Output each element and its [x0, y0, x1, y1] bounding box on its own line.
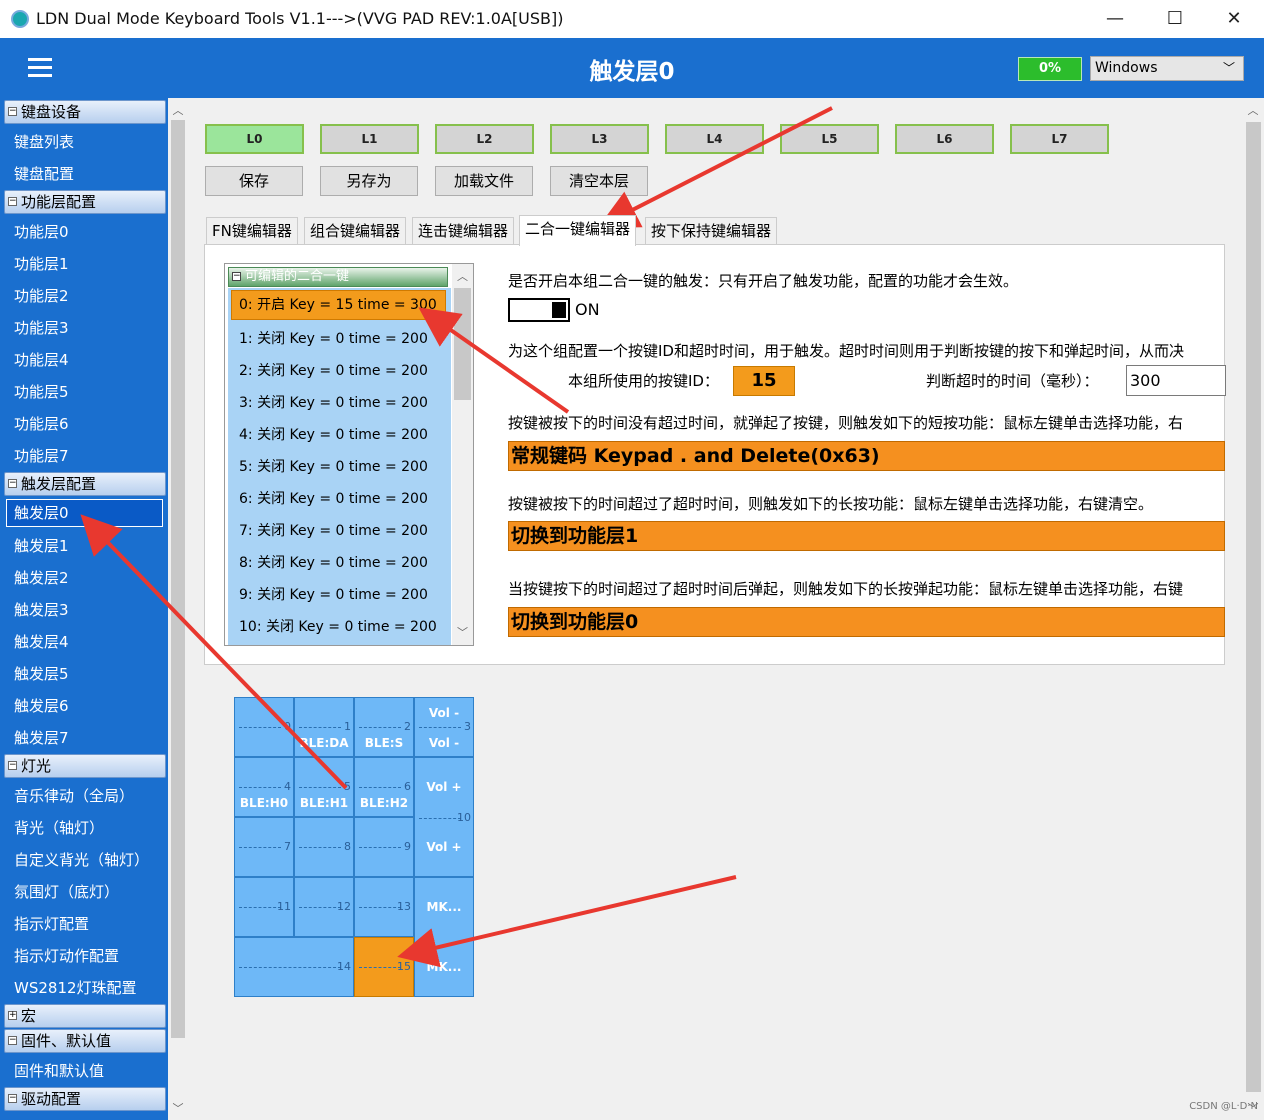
app-window: LDN Dual Mode Keyboard Tools V1.1--->(VV… [0, 0, 1264, 1120]
arrow-to-list-item [418, 307, 570, 414]
watermark: CSDN @L·D·N [1189, 1101, 1258, 1112]
tab-dual-key-editor[interactable]: 二合一键编辑器 [519, 215, 637, 246]
annotation-arrows [80, 106, 833, 968]
arrow-to-tab [597, 106, 833, 228]
arrow-to-sidebar [80, 514, 348, 790]
arrow-to-key [397, 875, 737, 968]
